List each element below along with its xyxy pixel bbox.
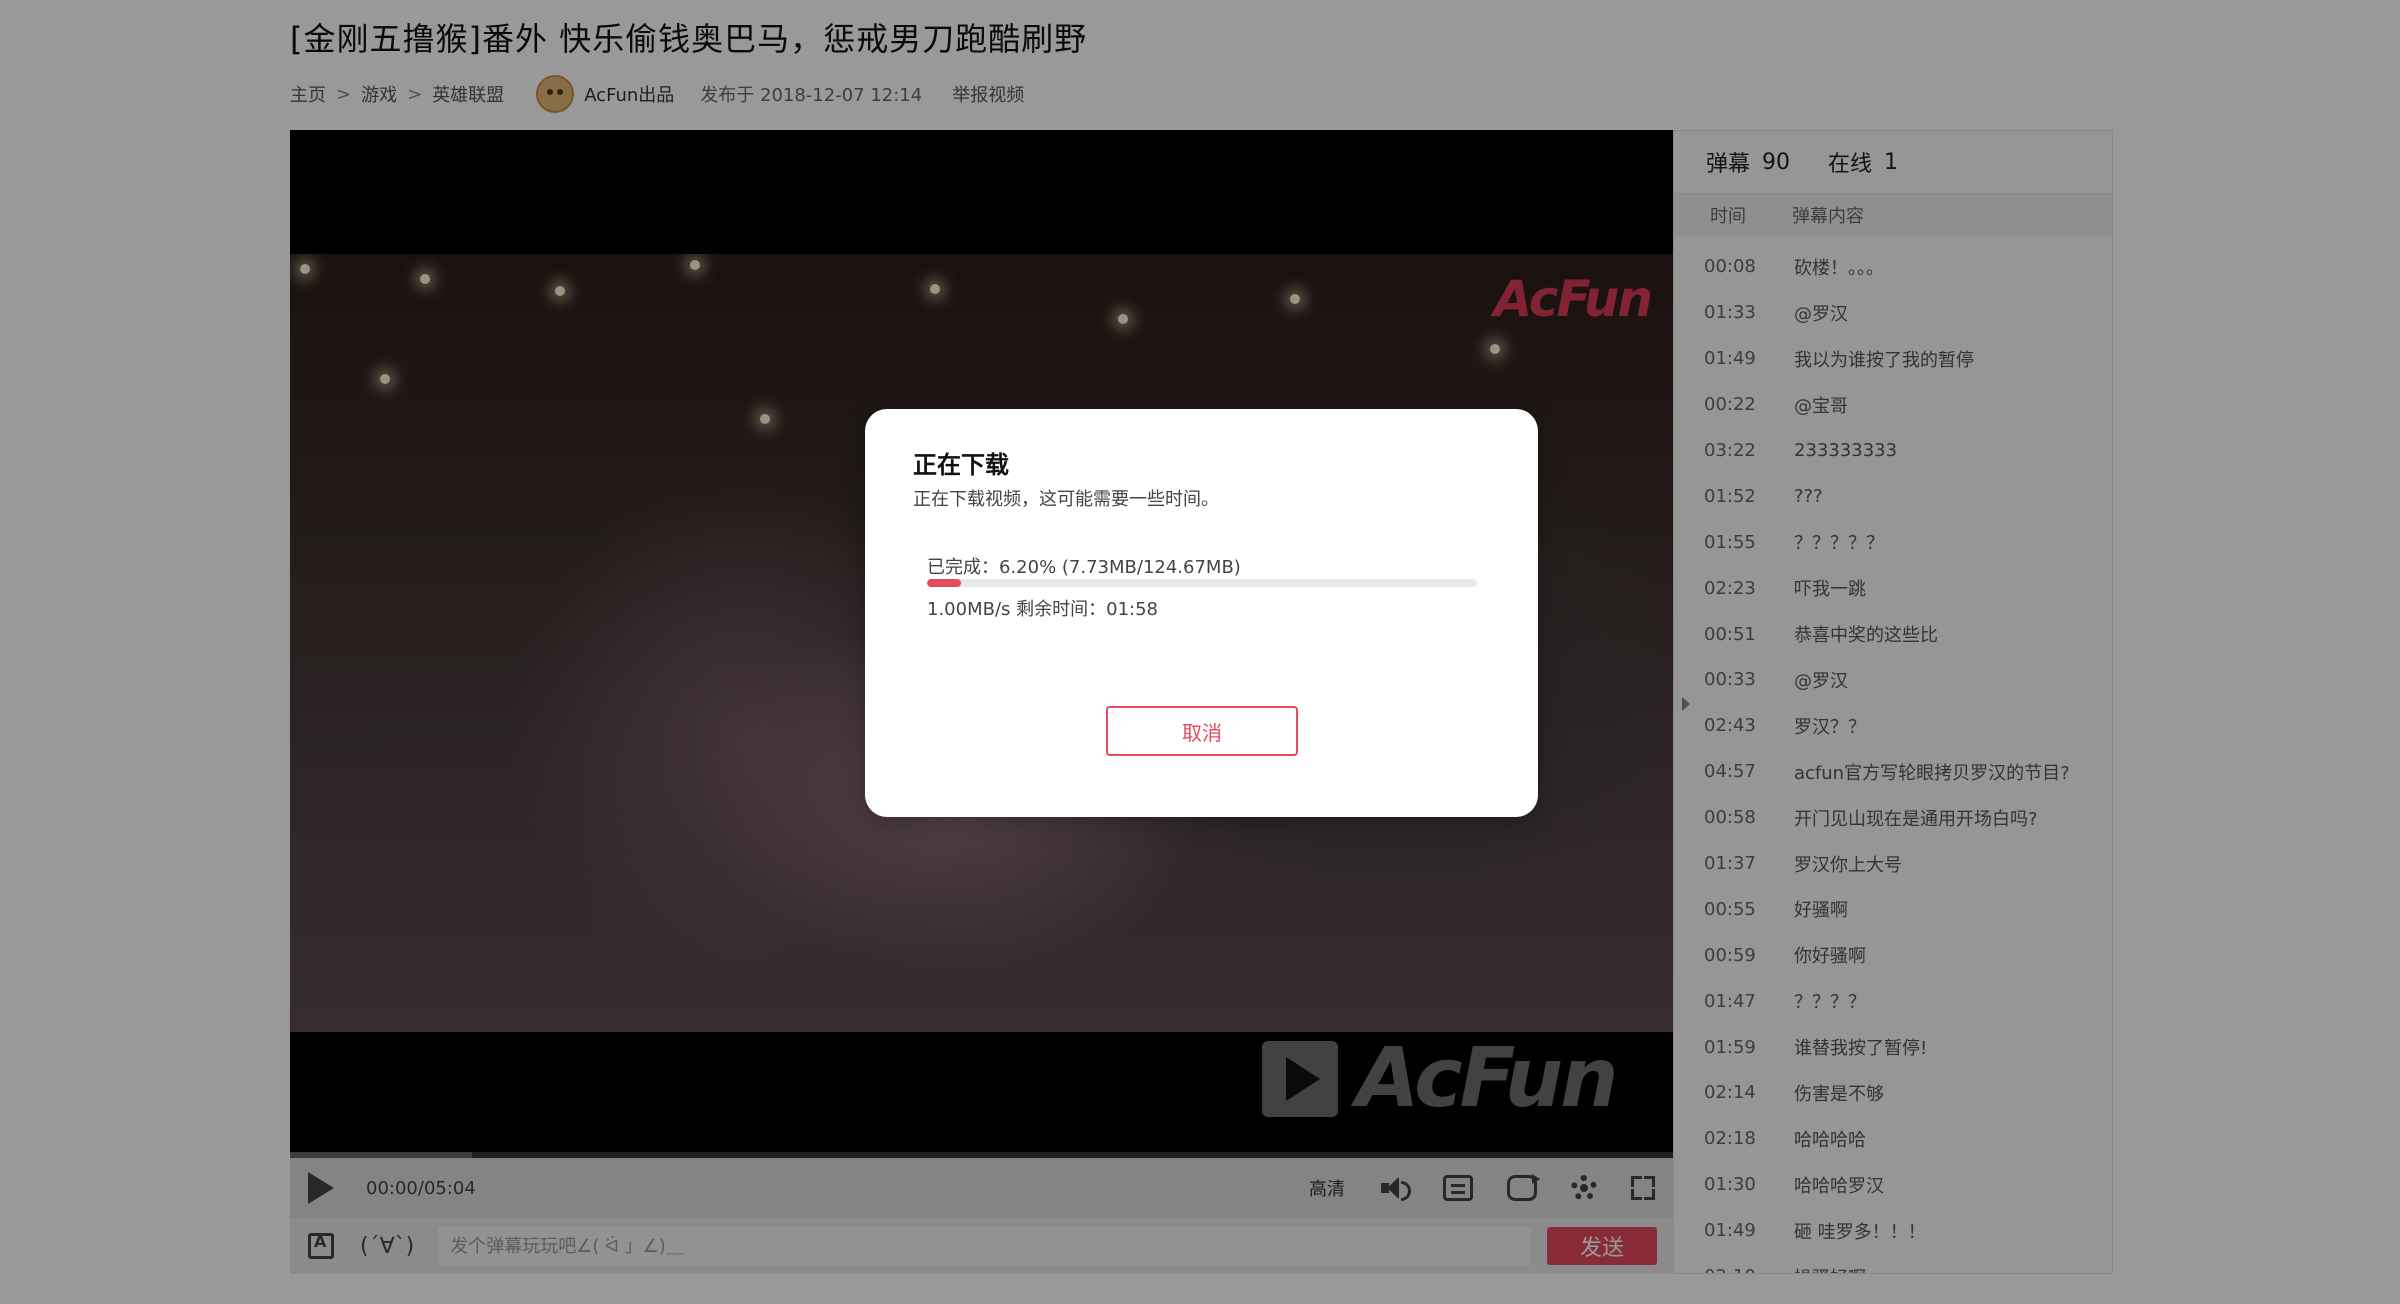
video-page: [金刚五撸猴]番外 快乐偷钱奥巴马，惩戒男刀跑酷刷野 主页 > 游戏 > 英雄联… — [0, 0, 2400, 1304]
cancel-button[interactable]: 取消 — [1106, 706, 1298, 756]
download-progress-text: 已完成：6.20% (7.73MB/124.67MB) — [927, 557, 1241, 578]
download-dialog: 正在下载 正在下载视频，这可能需要一些时间。 已完成：6.20% (7.73MB… — [865, 409, 1538, 817]
dialog-title: 正在下载 — [913, 451, 1009, 479]
dialog-subtitle: 正在下载视频，这可能需要一些时间。 — [913, 489, 1219, 510]
download-progress-bar — [927, 579, 1477, 587]
download-speed: 1.00MB/s 剩余时间：01:58 — [927, 599, 1158, 620]
download-progress-fill — [927, 579, 962, 587]
